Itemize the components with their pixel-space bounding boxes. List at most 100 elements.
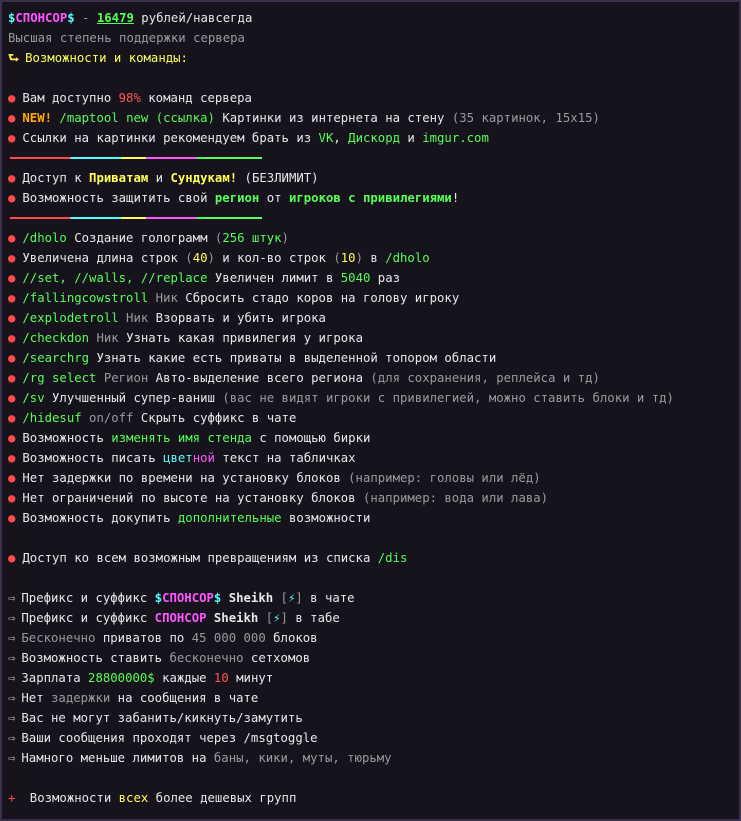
text-segment: (для сохранения, реплейса и тд) (370, 371, 600, 385)
discord-link: Дискорд (348, 131, 400, 145)
text: ! (451, 191, 460, 205)
text-segment: цвет (163, 451, 193, 465)
link-text[interactable]: (ссылка) (156, 111, 215, 125)
nickname: Sheikh (221, 591, 281, 605)
new-badge: NEW! (22, 111, 53, 125)
text-segment: on/off (81, 411, 134, 425)
bullet-icon: ● (8, 431, 16, 445)
text: Возможность защитить свой (22, 191, 215, 205)
footer-line: + Возможности всех более дешевых групп (8, 788, 736, 808)
text-segment: сетхомов (243, 651, 311, 665)
perk-item: ⇨ Зарплата 28800000$ каждые 10 минут (8, 668, 736, 688)
text: команд сервера (140, 91, 252, 105)
imgur-link: imgur.com (422, 131, 489, 145)
text-segment: Ваши сообщения проходят через /msgtoggle (21, 731, 318, 745)
text-segment: на сообщения в чате (110, 691, 259, 705)
list-item: ● Возможность защитить свой регион от игр… (8, 188, 736, 208)
bullet-icon: ● (8, 451, 16, 465)
all-groups: всех (118, 791, 149, 805)
bullet-icon: ● (8, 171, 16, 185)
price-value: 16479 (96, 11, 134, 25)
text-segment: ) (281, 231, 289, 245)
bullet-icon: ● (8, 391, 16, 405)
text: Доступ ко всем возможным превращениям из… (22, 551, 378, 565)
text-segment: дополнительные (177, 511, 282, 525)
text-segment: Создание голограмм (66, 231, 215, 245)
arrow-icon: ⇨ (8, 751, 16, 765)
bullet-icon: ● (8, 231, 16, 245)
text: от (259, 191, 289, 205)
text-segment: 45 000 000 (191, 631, 266, 645)
price-suffix: рублей/навсегда (141, 11, 253, 25)
text-segment: /checkdon (22, 331, 90, 345)
text: Ссылки на картинки рекомендуем брать из (22, 131, 319, 145)
lightning-icon: ⚡ (273, 611, 281, 625)
text-segment: Нет ограничений по высоте на установку б… (22, 491, 363, 505)
text-segment: /searchrg (22, 351, 90, 365)
text-segment: Регион (96, 371, 149, 385)
perk-item: ⇨ Ваши сообщения проходят через /msgtoggl… (8, 728, 736, 748)
bullet-icon: ● (8, 271, 16, 285)
text-segment: Узнать какие есть приваты в выделенной т… (89, 351, 497, 365)
sponsor-dollar-right: $ (67, 11, 75, 25)
vk-link: VK (318, 131, 334, 145)
text-segment: 10 (213, 671, 229, 685)
command-item: ● /explodetroll Ник Взорвать и убить игро… (8, 308, 736, 328)
text-segment: Возможность писать (22, 451, 164, 465)
bracket: [ (265, 611, 274, 625)
text-segment: и кол-во строк (214, 251, 334, 265)
text-segment: /rg select (22, 371, 97, 385)
text-segment: Ник (148, 291, 178, 305)
text-segment: баны, кики, муты, тюрьму (213, 751, 392, 765)
title-line: $СПОНСОР$ - 16479 рублей/навсегда (8, 8, 736, 28)
text-segment: ) (207, 251, 215, 265)
text: (БЕЗЛИМИТ) (237, 171, 319, 185)
sponsor-prefix: СПОНСОР (162, 591, 214, 605)
text-segment: 28800000$ (88, 671, 155, 685)
text-segment: 40 (192, 251, 208, 265)
command-item: ● Увеличена длина строк (40) и кол-во стр… (8, 248, 736, 268)
text-segment: Авто-выделение всего региона (148, 371, 371, 385)
text-segment: 256 штук (222, 231, 282, 245)
nickname: Sheikh (206, 611, 266, 625)
bullet-icon: ● (8, 251, 16, 265)
text-segment: приватов по (95, 631, 192, 645)
command-item: ● /fallingcowstroll Ник Сбросить стадо ко… (8, 288, 736, 308)
bullet-icon: ● (8, 351, 16, 365)
command-item: ● /checkdon Ник Узнать какая привилегия у… (8, 328, 736, 348)
arrow-icon: ⇨ (8, 611, 16, 625)
section-title: Возможности и команды: (25, 51, 188, 65)
text-segment: Улучшенный супер-ваниш (44, 391, 223, 405)
text-segment: Скрыть суффикс в чате (133, 411, 297, 425)
bracket: [ (280, 591, 288, 605)
bullet-icon: ● (8, 471, 16, 485)
bullet-icon: ● (8, 511, 16, 525)
bullet-icon: ● (8, 371, 16, 385)
bracket: ] (295, 591, 303, 605)
text-segment: /explodetroll (22, 311, 119, 325)
arrow-icon: ⇨ (8, 691, 16, 705)
command-item: ● Возможность писать цветной текст на таб… (8, 448, 736, 468)
bullet-icon: ● (8, 331, 16, 345)
command-item: ● //set, //walls, //replace Увеличен лими… (8, 268, 736, 288)
arrow-icon: ⇨ (8, 651, 16, 665)
text-segment: Взорвать и убить игрока (148, 311, 326, 325)
bullet-icon: ● (8, 191, 16, 205)
command-item: ● /hidesuf on/off Скрыть суффикс в чате (8, 408, 736, 428)
bullet-icon: ● (8, 91, 16, 105)
text-segment: в (363, 251, 386, 265)
text-segment: /dholo (22, 231, 67, 245)
text: более дешевых групп (148, 791, 297, 805)
panel-content: $СПОНСОР$ - 16479 рублей/навсегда Высшая… (8, 8, 736, 808)
text-segment: Нет задержки по времени на установку бло… (22, 471, 349, 485)
sponsor-prefix: СПОНСОР (154, 611, 207, 625)
arrow-icon: ⇨ (8, 711, 16, 725)
command-item: ● /searchrg Узнать какие есть приваты в в… (8, 348, 736, 368)
text-segment: Вас не могут забанить/кикнуть/замутить (21, 711, 303, 725)
text: Возможности (22, 791, 119, 805)
bullet-icon: ● (8, 491, 16, 505)
perk-item: ⇨ Вас не могут забанить/кикнуть/замутить (8, 708, 736, 728)
privates: Приватам (89, 171, 149, 185)
text-segment: /hidesuf (22, 411, 82, 425)
